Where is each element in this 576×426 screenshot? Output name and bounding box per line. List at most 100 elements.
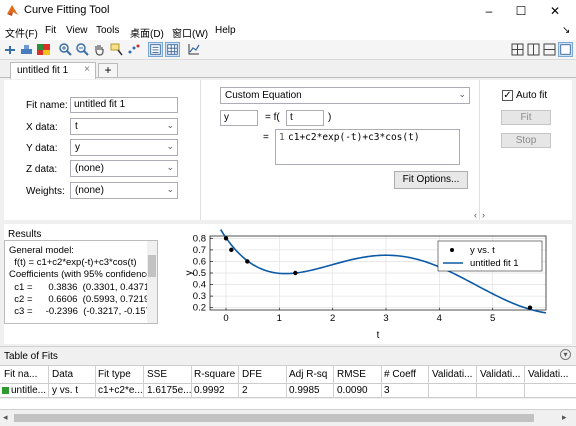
results-scroll-thumb[interactable] [148, 255, 156, 277]
results-vertical-scrollbar[interactable] [147, 241, 157, 323]
data-point [229, 247, 234, 253]
x-tick-label: 2 [330, 313, 335, 324]
colormap-icon[interactable] [36, 42, 51, 57]
zoom-out-icon[interactable] [75, 42, 90, 57]
minimize-button[interactable]: – [474, 2, 504, 20]
data-cursor-icon[interactable] [109, 42, 124, 57]
menu-bar: 文件(F) Fit View Tools 桌面(D) 窗口(W) Help ↘ [0, 22, 576, 40]
equation-line-number: 1 [279, 132, 285, 143]
equals-f-label: = f( [265, 112, 280, 123]
add-fit-tab-button[interactable]: + [98, 63, 118, 78]
column-separator [143, 365, 144, 398]
maximize-button[interactable]: ☐ [506, 2, 536, 20]
chevron-down-icon: ⌄ [166, 162, 174, 172]
chevron-down-icon: ⌄ [166, 141, 174, 151]
column-separator [381, 365, 382, 398]
column-separator [238, 365, 239, 398]
tab-untitled-fit-1[interactable]: untitled fit 1 × [10, 62, 96, 79]
column-separator [191, 365, 192, 398]
menu-fit[interactable]: Fit [45, 25, 56, 36]
pan-hand-icon[interactable] [92, 42, 107, 57]
menu-view[interactable]: View [66, 25, 88, 36]
collapse-chevron-icon[interactable]: ‹ [474, 210, 477, 220]
divider [479, 80, 480, 220]
independent-variable-input[interactable]: t [286, 110, 324, 126]
dependent-variable-input[interactable]: y [220, 110, 258, 126]
y-tick-label: 0.8 [193, 233, 206, 244]
data-point [245, 259, 250, 264]
stop-button[interactable]: Stop [501, 133, 551, 148]
y-tick-label: 0.3 [193, 291, 206, 302]
exclude-outliers-icon[interactable] [126, 42, 141, 57]
layout-grid-icon[interactable] [510, 42, 525, 57]
x-tick-label: 4 [437, 313, 442, 324]
fit-tab-strip: untitled fit 1 × + [0, 60, 576, 79]
menu-file[interactable]: 文件(F) [5, 25, 38, 40]
layout-single-icon[interactable] [558, 42, 573, 57]
y-tick-label: 0.2 [193, 303, 206, 314]
y-data-select[interactable]: y ⌄ [70, 139, 178, 156]
weights-value: (none) [75, 185, 104, 196]
collapse-table-icon[interactable]: ▾ [560, 349, 571, 360]
tab-close-icon[interactable]: × [84, 64, 90, 75]
fit-button[interactable]: Fit [501, 110, 551, 125]
results-line: c1 = 0.3836 (0.3301, 0.4371) [9, 282, 153, 293]
x-data-label: X data: [26, 122, 58, 133]
close-window-button[interactable]: ✕ [540, 2, 570, 20]
menu-help[interactable]: Help [215, 25, 236, 36]
legend-marker-data [450, 248, 454, 252]
legend-entry-fit: untitled fit 1 [470, 258, 519, 269]
x-data-select[interactable]: t ⌄ [70, 118, 178, 135]
scroll-left-icon[interactable]: ◂ [3, 412, 8, 423]
table-column-separators [0, 365, 576, 398]
y-tick-label: 0.4 [193, 280, 206, 291]
results-line: Coefficients (with 95% confidence bounds… [9, 269, 157, 280]
z-data-label: Z data: [26, 164, 58, 175]
results-header: Results [8, 229, 42, 240]
column-separator [476, 365, 477, 398]
plot-legend[interactable]: y vs. t untitled fit 1 [437, 240, 543, 272]
fit-type-select[interactable]: Custom Equation ⌄ [220, 87, 470, 104]
new-fit-icon[interactable] [3, 42, 18, 57]
plot-data-icon[interactable] [19, 42, 34, 57]
legend-entry-data: y vs. t [470, 245, 495, 256]
table-title: Table of Fits [4, 351, 58, 362]
undock-arrow-icon[interactable]: ↘ [562, 25, 570, 36]
menu-desktop[interactable]: 桌面(D) [130, 25, 164, 40]
data-point [527, 305, 533, 310]
weights-select[interactable]: (none) ⌄ [70, 182, 178, 199]
legend-toggle-icon[interactable] [148, 42, 163, 57]
x-tick-label: 3 [383, 313, 388, 324]
table-horizontal-scrollbar[interactable]: ◂ ▸ [0, 409, 576, 426]
results-text-panel[interactable]: General model: f(t) = c1+c2*exp(-t)+c3*c… [4, 240, 158, 324]
equation-equals-label: = [263, 132, 269, 143]
z-data-value: (none) [75, 163, 104, 174]
axes-limits-icon[interactable] [186, 42, 201, 57]
column-separator [333, 365, 334, 398]
table-scroll-thumb[interactable] [14, 414, 534, 422]
auto-fit-label: Auto fit [516, 90, 548, 101]
table-of-fits-header-bar: Table of Fits ▾ [0, 346, 576, 365]
grid-toggle-icon[interactable] [165, 42, 180, 57]
auto-fit-checkbox[interactable]: ✓ [502, 90, 513, 101]
equation-editor[interactable]: 1 c1+c2*exp(-t)+c3*cos(t) [275, 129, 460, 165]
z-data-select[interactable]: (none) ⌄ [70, 160, 178, 177]
layout-two-row-icon[interactable] [542, 42, 557, 57]
fit-plot[interactable]: 0 1 2 3 4 50.20.30.40.50.60.70.8 t y y vs. t … [160, 226, 570, 342]
x-axis-label: t [377, 330, 380, 341]
layout-two-col-icon[interactable] [526, 42, 541, 57]
fit-options-button[interactable]: Fit Options... [394, 171, 468, 189]
menu-window[interactable]: 窗口(W) [172, 25, 208, 40]
y-data-value: y [75, 142, 80, 153]
column-separator [428, 365, 429, 398]
zoom-in-icon[interactable] [58, 42, 73, 57]
fit-type-value: Custom Equation [225, 90, 302, 101]
table-empty-area [0, 399, 576, 409]
results-line: General model: [9, 245, 74, 256]
scroll-right-icon[interactable]: ▸ [562, 412, 567, 423]
menu-tools[interactable]: Tools [96, 25, 119, 36]
divider [200, 80, 201, 220]
expand-chevron-icon[interactable]: › [482, 210, 485, 220]
fit-name-input[interactable]: untitled fit 1 [70, 97, 178, 113]
toolbar [0, 40, 576, 60]
